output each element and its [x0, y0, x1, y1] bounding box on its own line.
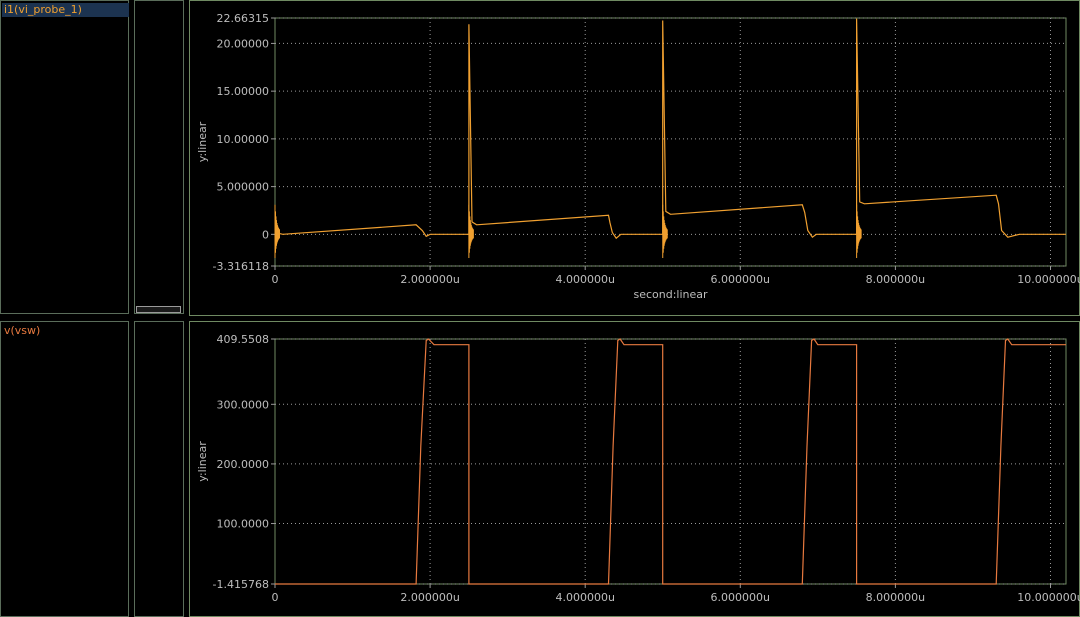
y-tick-label: 20.00000: [217, 37, 270, 50]
x-tick-label: 0: [272, 273, 279, 286]
voltage-plot[interactable]: 0 2.000000u 4.000000u 6.000000u 8.000000u 10.…: [189, 321, 1080, 617]
y-axis-label: y:linear: [196, 121, 209, 162]
ringing-burst: [468, 204, 474, 259]
ringing-burst: [274, 204, 280, 259]
x-tick-label: 4.000000u: [555, 591, 614, 604]
y-axis-label: y:linear: [196, 441, 209, 482]
plot-frame: [189, 0, 1080, 316]
current-plot[interactable]: 0 2.000000u 4.000000u 6.000000u 8.000000u 10.…: [189, 0, 1080, 316]
series-line: [274, 18, 1066, 240]
signal-label-voltage[interactable]: v(vsw): [2, 324, 40, 337]
x-tick-label: 10.000000u: [1017, 273, 1080, 286]
plot-frame: [189, 321, 1080, 617]
x-tick-label: 2.000000u: [400, 591, 459, 604]
x-tick-label: 6.000000u: [711, 591, 770, 604]
x-tick-label: 2.000000u: [400, 273, 459, 286]
ringing-burst: [662, 204, 668, 259]
y-tick-label: 409.5508: [217, 333, 270, 346]
y-tick-label: 200.0000: [217, 458, 270, 471]
y-tick-label: 100.0000: [217, 518, 270, 531]
x-tick-label: 0: [272, 591, 279, 604]
plot-area-border: [274, 338, 1067, 585]
ringing-burst: [856, 204, 862, 259]
signal-label-current[interactable]: i1(vi_probe_1): [2, 3, 129, 17]
y-tick-label: 22.66315: [217, 12, 270, 25]
x-tick-label: 8.000000u: [866, 591, 925, 604]
x-tick-label: 4.000000u: [555, 273, 614, 286]
plot-area-border: [274, 17, 1067, 267]
x-tick-label: 10.000000u: [1017, 591, 1080, 604]
y-tick-label: 5.000000: [217, 181, 270, 194]
signal-list-panel-bottom: v(vsw): [0, 321, 129, 617]
series-line: [275, 338, 1066, 585]
y-tick-label: -3.316118: [213, 260, 269, 273]
y-tick-label: 300.0000: [217, 398, 270, 411]
x-tick-label: 8.000000u: [866, 273, 925, 286]
signal-list-panel-top: i1(vi_probe_1): [0, 0, 129, 314]
y-tick-label: 15.00000: [217, 85, 270, 98]
y-tick-label: 10.00000: [217, 133, 270, 146]
x-axis-label: second:linear: [633, 288, 708, 301]
y-tick-label: -1.415768: [213, 578, 269, 591]
x-tick-label: 6.000000u: [711, 273, 770, 286]
y-tick-label: 0: [262, 228, 269, 241]
scrollbar-top[interactable]: [136, 306, 181, 313]
scroll-panel-top: [134, 0, 184, 314]
scroll-panel-bottom: [134, 321, 184, 617]
